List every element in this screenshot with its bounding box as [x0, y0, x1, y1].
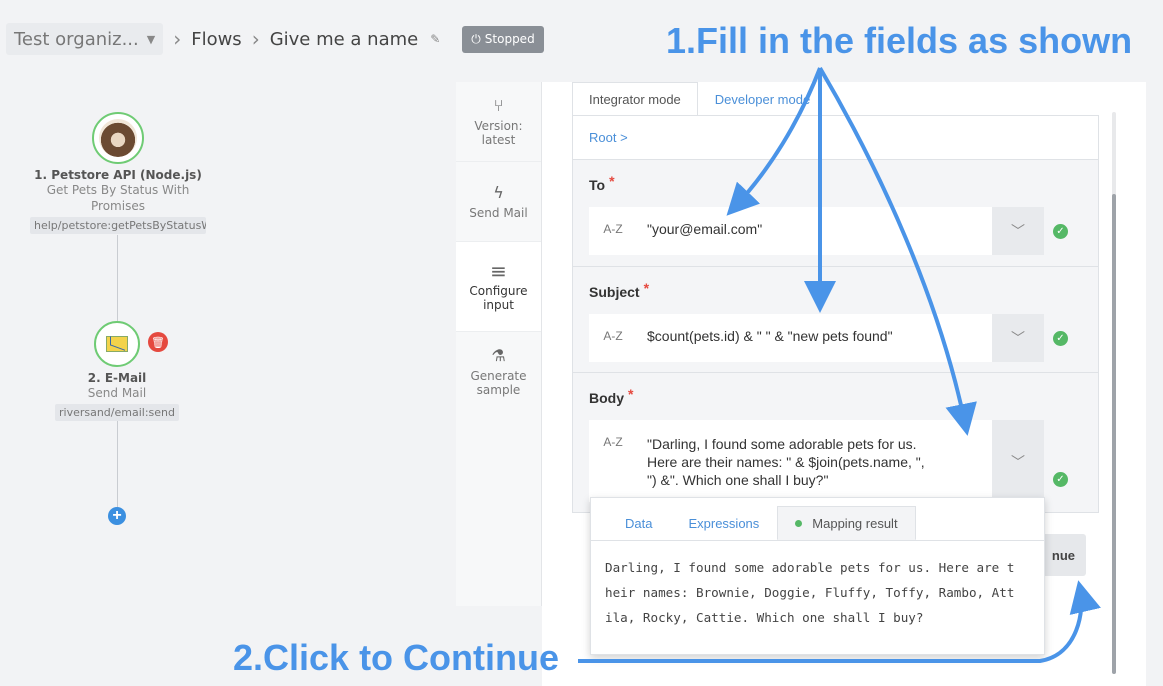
chevron-right-icon: › — [251, 27, 260, 51]
rail-label: Configure — [469, 283, 528, 298]
mail-icon — [106, 336, 128, 352]
rail-send-mail[interactable]: ϟ Send Mail — [456, 162, 541, 242]
chevron-down-icon[interactable]: ﹀ — [992, 207, 1044, 255]
body-line: ") &". Which one shall I buy?" — [647, 472, 829, 488]
rail-generate-sample[interactable]: ⚗ Generate sample — [456, 332, 541, 412]
type-badge: A-Z — [589, 420, 637, 502]
status-badge[interactable]: ⏻ Stopped — [462, 25, 544, 53]
chevron-down-icon[interactable]: ﹀ — [992, 314, 1044, 362]
to-field[interactable]: A-Z "your@email.com" ﹀ ✓ — [589, 207, 1068, 255]
popup-tabs: Data Expressions Mapping result — [591, 498, 1044, 541]
flow-step-petstore[interactable]: 1. Petstore API (Node.js) Get Pets By St… — [20, 112, 216, 238]
type-badge: A-Z — [589, 314, 637, 362]
to-input[interactable]: "your@email.com" — [637, 207, 992, 255]
org-name: Test organiz... — [14, 28, 139, 50]
mapping-preview-popup: Data Expressions Mapping result Darling,… — [590, 497, 1045, 655]
input-form: Root > To * A-Z "your@email.com" ﹀ ✓ Subj… — [572, 115, 1099, 513]
rail-label: sample — [476, 383, 521, 397]
flask-icon: ⚗ — [491, 346, 506, 365]
step-icon-circle — [94, 321, 140, 367]
mode-tabs: Integrator mode Developer mode — [572, 82, 827, 116]
dog-icon — [99, 119, 137, 157]
scrollbar-thumb[interactable] — [1112, 194, 1116, 674]
config-panel: Integrator mode Developer mode Root > To… — [542, 82, 1146, 686]
chevron-right-icon: › — [173, 27, 182, 51]
chevron-down-icon: ▼ — [146, 32, 156, 46]
power-icon: ⏻ — [471, 31, 481, 46]
field-label: To * — [589, 173, 615, 193]
rail-label: latest — [481, 132, 516, 147]
field-label: Subject * — [589, 280, 650, 300]
step-subtitle: Send Mail — [87, 386, 147, 400]
add-step-plus-icon[interactable]: + — [108, 507, 126, 525]
status-dot — [795, 519, 803, 527]
mapping-result-text: Darling, I found some adorable pets for … — [591, 541, 1044, 644]
step-icon-circle — [92, 112, 144, 164]
step-tag: help/petstore:getPetsByStatusW — [30, 217, 206, 234]
check-icon: ✓ — [1053, 224, 1068, 239]
step-subtitle: Promises — [91, 199, 145, 213]
subject-input[interactable]: $count(pets.id) & " " & "new pets found" — [637, 314, 992, 362]
branch-icon: ⑂ — [493, 95, 504, 115]
body-input[interactable]: "Darling, I found some adorable pets for… — [637, 420, 992, 502]
annotation-step-1: 1.Fill in the fields as shown — [666, 20, 1133, 61]
flow-name[interactable]: Give me a name — [270, 29, 419, 50]
bolt-icon: ϟ — [493, 182, 504, 202]
app-root: Test organiz... ▼ › Flows › Give me a na… — [0, 0, 1163, 686]
rail-configure-input[interactable]: ≡ Configure input — [456, 242, 541, 332]
rail-label: Version: — [474, 118, 523, 133]
connector-line — [117, 421, 118, 507]
check-icon: ✓ — [1053, 331, 1068, 346]
annotation-step-2: 2.Click to Continue — [233, 637, 560, 678]
breadcrumb: Test organiz... ▼ › Flows › Give me a na… — [6, 22, 544, 56]
field-section-body: Body * A-Z "Darling, I found some adorabl… — [573, 373, 1098, 513]
tab-expressions[interactable]: Expressions — [670, 506, 777, 540]
status-label: Stopped — [484, 32, 535, 46]
check-icon: ✓ — [1053, 472, 1068, 487]
menu-icon: ≡ — [490, 258, 507, 283]
result-line: ila, Rocky, Cattie. Which one shall I bu… — [605, 610, 924, 625]
rail-label: Send Mail — [469, 205, 528, 220]
step-rail: ⑂ Version: latest ϟ Send Mail ≡ Configur… — [456, 82, 542, 606]
body-line: "Darling, I found some adorable pets for… — [647, 436, 917, 452]
subject-field[interactable]: A-Z $count(pets.id) & " " & "new pets fo… — [589, 314, 1068, 362]
breadcrumb-flows[interactable]: Flows — [191, 29, 241, 50]
result-line: heir names: Brownie, Doggie, Fluffy, Tof… — [605, 585, 1015, 600]
body-field[interactable]: A-Z "Darling, I found some adorable pets… — [589, 420, 1068, 502]
field-section-to: To * A-Z "your@email.com" ﹀ ✓ — [573, 160, 1098, 267]
rail-version[interactable]: ⑂ Version: latest — [456, 82, 541, 162]
rail-label: input — [483, 297, 514, 312]
rail-label: Generate — [470, 369, 527, 383]
pencil-icon[interactable]: ✎ — [430, 32, 440, 46]
step-title: 1. Petstore API (Node.js) — [34, 168, 202, 182]
step-subtitle: Get Pets By Status With — [46, 183, 190, 197]
chevron-down-icon[interactable]: ﹀ — [992, 420, 1044, 502]
org-selector[interactable]: Test organiz... ▼ — [6, 23, 164, 55]
body-line: Here are their names: " & $join(pets.nam… — [647, 454, 925, 470]
tab-mapping-result[interactable]: Mapping result — [777, 506, 916, 540]
connector-line — [117, 235, 118, 321]
tab-integrator-mode[interactable]: Integrator mode — [572, 82, 698, 116]
result-line: Darling, I found some adorable pets for … — [605, 560, 1015, 575]
type-badge: A-Z — [589, 207, 637, 255]
field-label: Body * — [589, 386, 634, 406]
field-section-subject: Subject * A-Z $count(pets.id) & " " & "ne… — [573, 267, 1098, 373]
step-title: 2. E-Mail — [87, 371, 147, 385]
step-tag: riversand/email:send — [54, 404, 179, 421]
tab-developer-mode[interactable]: Developer mode — [698, 82, 827, 116]
flow-step-email[interactable]: 🗑 2. E-Mail Send Mail riversand/email:se… — [50, 321, 184, 425]
root-breadcrumb[interactable]: Root > — [573, 116, 1098, 160]
tab-data[interactable]: Data — [607, 506, 670, 540]
trash-icon[interactable]: 🗑 — [148, 332, 168, 352]
